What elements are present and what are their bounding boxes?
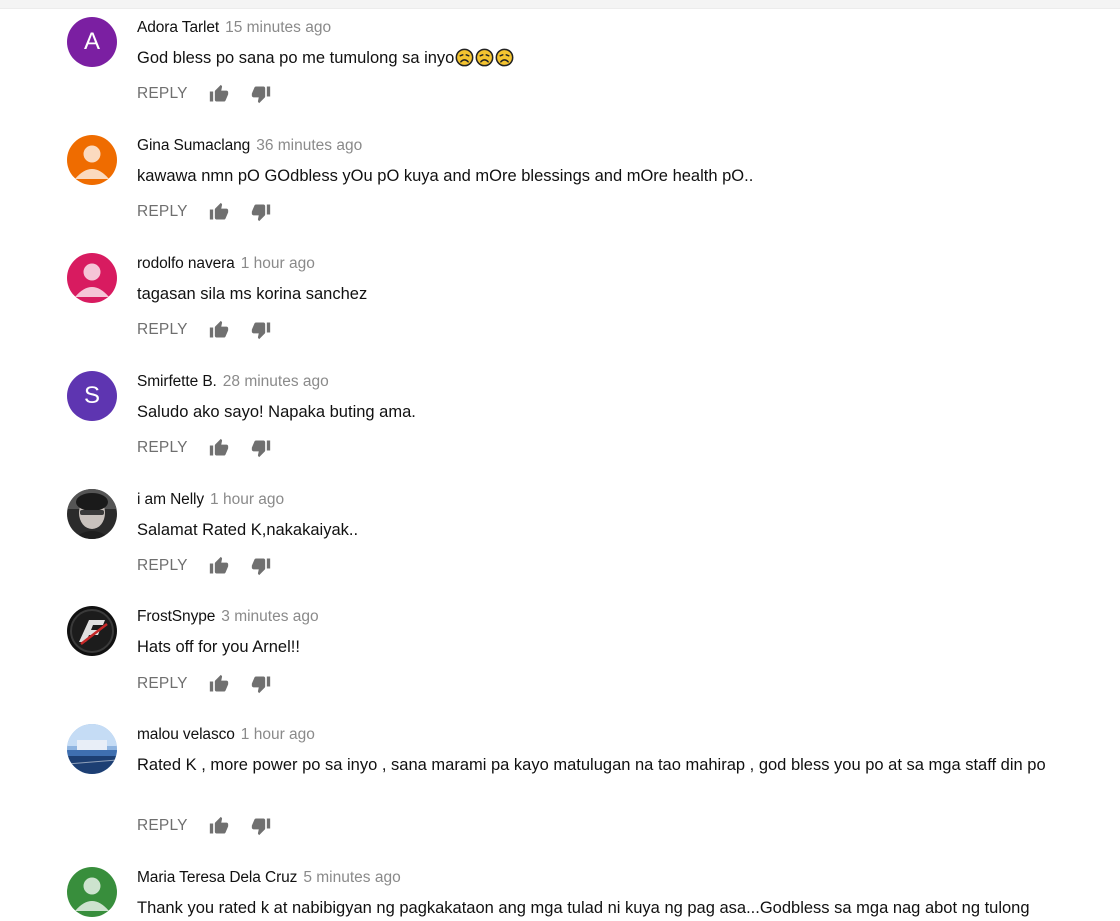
top-divider (0, 0, 1120, 9)
thumbs-down-icon[interactable] (250, 84, 272, 104)
disappointed-face-icon (495, 48, 514, 67)
comment-text: Rated K , more power po sa inyo , sana m… (137, 756, 1046, 774)
comment-timestamp[interactable]: 1 hour ago (210, 491, 284, 508)
avatar-letter: S (83, 382, 100, 409)
comment-header: Smirfette B. 28 minutes ago (137, 371, 329, 393)
avatar[interactable]: S (67, 371, 117, 421)
comment-text-content: God bless po sana po me tumulong sa inyo (137, 49, 455, 67)
comment-timestamp[interactable]: 5 minutes ago (303, 869, 400, 886)
comment-actions: REPLY (137, 436, 272, 460)
thumbs-down-icon[interactable] (250, 674, 272, 694)
comment-timestamp[interactable]: 1 hour ago (241, 726, 315, 743)
avatar[interactable] (67, 253, 117, 303)
avatar[interactable] (67, 606, 117, 656)
thumbs-up-icon[interactable] (208, 556, 230, 576)
reply-button[interactable]: REPLY (137, 675, 188, 693)
reply-button[interactable]: REPLY (137, 439, 188, 457)
comment-text: tagasan sila ms korina sanchez (137, 285, 368, 303)
comment-text: Hats off for you Arnel!! (137, 638, 300, 656)
reply-button[interactable]: REPLY (137, 817, 188, 835)
avatar[interactable] (67, 867, 117, 917)
thumbs-up-icon[interactable] (208, 816, 230, 836)
reply-button[interactable]: REPLY (137, 321, 188, 339)
comment-actions: REPLY (137, 554, 272, 578)
disappointed-face-icon (455, 48, 474, 67)
comment-text: God bless po sana po me tumulong sa inyo (137, 45, 1087, 71)
comment-text: Thank you rated k at nabibigyan ng pagka… (137, 899, 1030, 917)
thumbs-up-icon[interactable] (208, 84, 230, 104)
comment-header: malou velasco 1 hour ago (137, 724, 315, 746)
avatar-letter: A (83, 28, 100, 55)
reply-button[interactable]: REPLY (137, 85, 188, 103)
author-name[interactable]: Adora Tarlet (137, 19, 219, 36)
avatar[interactable] (67, 489, 117, 539)
comment-text: Saludo ako sayo! Napaka buting ama. (137, 403, 416, 421)
avatar[interactable] (67, 724, 117, 774)
comment-header: i am Nelly 1 hour ago (137, 489, 284, 511)
comment-text: kawawa nmn pO GOdbless yOu pO kuya and m… (137, 167, 754, 185)
disappointed-face-icon (475, 48, 494, 67)
author-name[interactable]: i am Nelly (137, 491, 204, 508)
author-name[interactable]: malou velasco (137, 726, 235, 743)
reply-button[interactable]: REPLY (137, 203, 188, 221)
author-name[interactable]: FrostSnype (137, 608, 215, 625)
avatar[interactable] (67, 135, 117, 185)
comment-timestamp[interactable]: 3 minutes ago (221, 608, 318, 625)
comment-timestamp[interactable]: 1 hour ago (241, 255, 315, 272)
comment-actions: REPLY (137, 200, 272, 224)
comment-actions: REPLY (137, 318, 272, 342)
thumbs-up-icon[interactable] (208, 320, 230, 340)
author-name[interactable]: Gina Sumaclang (137, 137, 250, 154)
comment-actions: REPLY (137, 672, 272, 696)
comment-timestamp[interactable]: 28 minutes ago (223, 373, 329, 390)
comment-header: Gina Sumaclang 36 minutes ago (137, 135, 362, 157)
thumbs-down-icon[interactable] (250, 202, 272, 222)
author-name[interactable]: Smirfette B. (137, 373, 217, 390)
comment-actions: REPLY (137, 82, 272, 106)
comment-header: rodolfo navera 1 hour ago (137, 253, 315, 275)
author-name[interactable]: Maria Teresa Dela Cruz (137, 869, 297, 886)
comment-header: FrostSnype 3 minutes ago (137, 606, 319, 628)
thumbs-up-icon[interactable] (208, 202, 230, 222)
thumbs-down-icon[interactable] (250, 816, 272, 836)
author-name[interactable]: rodolfo navera (137, 255, 235, 272)
reply-button[interactable]: REPLY (137, 557, 188, 575)
comment-text: Salamat Rated K,nakakaiyak.. (137, 521, 359, 539)
thumbs-up-icon[interactable] (208, 674, 230, 694)
comment-timestamp[interactable]: 15 minutes ago (225, 19, 331, 36)
comment-timestamp[interactable]: 36 minutes ago (256, 137, 362, 154)
thumbs-down-icon[interactable] (250, 320, 272, 340)
comment-header: Maria Teresa Dela Cruz 5 minutes ago (137, 867, 401, 889)
thumbs-up-icon[interactable] (208, 438, 230, 458)
thumbs-down-icon[interactable] (250, 438, 272, 458)
comment-actions: REPLY (137, 814, 272, 838)
thumbs-down-icon[interactable] (250, 556, 272, 576)
comment-header: Adora Tarlet 15 minutes ago (137, 17, 331, 39)
avatar[interactable]: A (67, 17, 117, 67)
